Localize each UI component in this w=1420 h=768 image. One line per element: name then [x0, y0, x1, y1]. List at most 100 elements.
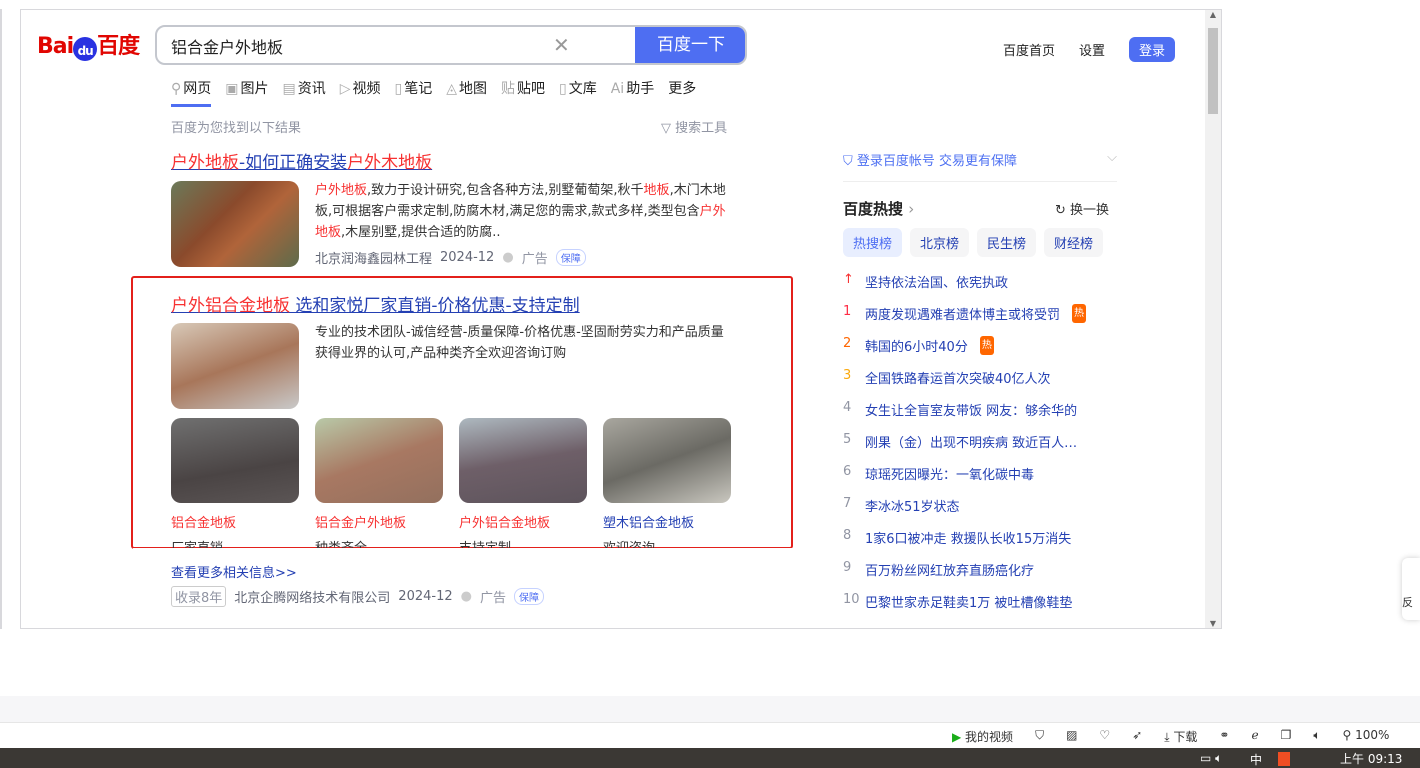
scroll-up-icon[interactable]: ▲	[1205, 10, 1221, 19]
hot-title: 琼瑶死因曝光：一氧化碳中毒	[865, 468, 1035, 483]
date: 2024-12	[440, 250, 495, 265]
news-icon: ▤	[282, 81, 296, 97]
result-1-title[interactable]: 户外地板-如何正确安装户外木地板	[171, 148, 432, 173]
hot-item[interactable]: 3 全国铁路春运首次突破40亿人次	[843, 368, 1051, 387]
source[interactable]: 北京企腾网络技术有限公司	[234, 587, 390, 606]
result-2-title[interactable]: 户外铝合金地板 选和家悦厂家直销-价格优惠-支持定制	[171, 291, 580, 316]
tab-web[interactable]: ⚲ 网页	[171, 78, 212, 107]
zoom-control[interactable]: ⚲ 100%	[1343, 728, 1390, 745]
hot-title: 全国铁路春运首次突破40亿人次	[865, 372, 1051, 387]
search-tools-label: 搜索工具	[675, 121, 728, 136]
login-guard-banner[interactable]: ⛉ 登录百度帐号 交易更有保障 ⌵	[843, 150, 1117, 182]
tab-hot[interactable]: 热搜榜	[843, 228, 903, 257]
clock[interactable]: 上午 09:13	[1340, 750, 1402, 767]
tab-beijing[interactable]: 北京榜	[910, 228, 970, 257]
sub-image-2[interactable]	[315, 418, 443, 503]
title-text: -如何正确安装	[239, 153, 348, 173]
vertical-scrollbar[interactable]: ▲ ▼	[1205, 10, 1221, 628]
hot-item[interactable]: 2 韩国的6小时40分热	[843, 336, 994, 355]
sub-image-4[interactable]	[603, 418, 731, 503]
hot-item[interactable]: 4 女生让全盲室友带饭 网友：够余华的	[843, 400, 1077, 419]
download-button[interactable]: ⤓ 下载	[1164, 728, 1197, 745]
sub-link[interactable]: 塑木铝合金地板	[603, 512, 731, 531]
shield-icon[interactable]: ⛉	[1035, 728, 1044, 745]
settings-link[interactable]: 设置	[1079, 40, 1105, 59]
result-2-image[interactable]	[171, 323, 299, 409]
ie-icon[interactable]: ℯ	[1251, 728, 1258, 745]
guard-text: 登录百度帐号 交易更有保障	[856, 154, 1018, 169]
feedback-float[interactable]: 反	[1402, 558, 1420, 620]
tab-livelihood[interactable]: 民生榜	[977, 228, 1037, 257]
guarantee-badge[interactable]: 保障	[513, 588, 544, 605]
tray-icons[interactable]: ▭ 🔈︎	[1200, 751, 1222, 766]
image-icon[interactable]: ▨	[1066, 728, 1077, 745]
health-icon[interactable]: ♡	[1099, 728, 1110, 745]
window-icon[interactable]: ❐	[1281, 728, 1292, 745]
scroll-thumb[interactable]	[1208, 28, 1218, 114]
dropdown-icon[interactable]: ●	[502, 250, 513, 265]
tab-assistant[interactable]: Ai 助手	[611, 78, 654, 107]
tab-images[interactable]: ▣ 图片	[225, 78, 268, 107]
sogou-icon[interactable]	[1278, 752, 1290, 766]
hot-item[interactable]: 5 刚果（金）出现不明疾病 致近百人…	[843, 432, 1077, 451]
tab-label: 笔记	[404, 81, 433, 97]
hot-badge: 热	[979, 336, 994, 355]
refresh-button[interactable]: ↻ 换一换	[1055, 199, 1109, 218]
dropdown-icon[interactable]: ●	[461, 589, 472, 604]
hot-item[interactable]: 6 琼瑶死因曝光：一氧化碳中毒	[843, 464, 1034, 483]
video-icon: ▶	[952, 730, 966, 744]
desc-text: ,木屋别墅,提供合适的防腐..	[341, 225, 501, 240]
hot-item[interactable]: 1 两度发现遇难者遗体博主或将受罚热	[843, 304, 1087, 323]
login-button[interactable]: 登录	[1129, 37, 1176, 62]
baidu-logo[interactable]: Bai du 百度	[37, 28, 140, 61]
hot-item[interactable]: 8 1家6口被冲走 救援队长收15万消失	[843, 528, 1071, 547]
tab-news[interactable]: ▤ 资讯	[283, 78, 326, 107]
result-1-desc: 户外地板,致力于设计研究,包含各种方法,别墅葡萄架,秋千地板,木门木地板,可根据…	[315, 180, 727, 243]
sub-link[interactable]: 户外铝合金地板	[459, 512, 587, 531]
ime-indicator[interactable]: 中	[1250, 751, 1262, 768]
tab-video[interactable]: ▷ 视频	[340, 78, 381, 107]
taskbar: ▭ 🔈︎ 中 上午 09:13	[0, 748, 1420, 768]
zoom-value: 100%	[1355, 728, 1390, 742]
hot-title: 巴黎世家赤足鞋卖1万 被吐槽像鞋垫	[865, 596, 1073, 611]
source[interactable]: 北京润海鑫园林工程	[315, 248, 432, 267]
hot-item[interactable]: 10 巴黎世家赤足鞋卖1万 被吐槽像鞋垫	[843, 592, 1072, 611]
clear-icon[interactable]: ✕	[553, 33, 570, 57]
hot-item[interactable]: 9 百万粉丝网红放弃直肠癌化疗	[843, 560, 1034, 579]
sub-link[interactable]: 铝合金地板	[171, 512, 299, 531]
sub-image-3[interactable]	[459, 418, 587, 503]
volume-icon[interactable]: 🔈︎	[1313, 728, 1320, 745]
hot-title: 女生让全盲室友带饭 网友：够余华的	[865, 404, 1078, 419]
result-count: 百度为您找到以下结果	[171, 121, 302, 136]
glasses-icon[interactable]: ⚭	[1219, 728, 1229, 745]
hot-search-title[interactable]: 百度热搜 ›	[843, 198, 914, 219]
guarantee-badge[interactable]: 保障	[555, 249, 586, 266]
result-1-image[interactable]	[171, 181, 299, 267]
rank: 6	[843, 464, 852, 479]
hot-item[interactable]: ↑ 坚持依法治国、依宪执政	[843, 272, 1008, 291]
tab-tieba[interactable]: 贴贴吧	[501, 78, 545, 107]
tab-map[interactable]: ◬ 地图	[446, 78, 487, 107]
chevron-down-icon[interactable]: ⌵	[1107, 150, 1117, 165]
tab-notes[interactable]: ▯ 笔记	[395, 78, 433, 107]
hot-title: 韩国的6小时40分	[865, 340, 968, 355]
rocket-icon[interactable]: ➶	[1132, 728, 1142, 745]
chevron-right-icon: ›	[908, 200, 915, 218]
browser-status-bar: ▶ 我的视频 ⛉ ▨ ♡ ➶ ⤓ 下载 ⚭ ℯ ❐ 🔈︎ ⚲ 100%	[0, 722, 1420, 748]
rank: 3	[843, 368, 852, 383]
home-link[interactable]: 百度首页	[1003, 40, 1055, 59]
tab-wenku[interactable]: ▯ 文库	[559, 78, 597, 107]
see-more-link[interactable]: 查看更多相关信息>>	[171, 562, 297, 581]
hot-item[interactable]: 7 李冰冰51岁状态	[843, 496, 960, 515]
sub-image-1[interactable]	[171, 418, 299, 503]
sub-link[interactable]: 铝合金户外地板	[315, 512, 443, 531]
my-video-button[interactable]: ▶ 我的视频	[952, 728, 1013, 745]
filter-icon: ▽	[661, 121, 676, 136]
download-label: 下载	[1173, 730, 1198, 744]
search-tools-button[interactable]: ▽ 搜索工具	[661, 117, 727, 136]
scroll-down-icon[interactable]: ▼	[1205, 619, 1221, 628]
tab-more[interactable]: 更多	[668, 78, 696, 107]
search-input[interactable]	[171, 36, 551, 55]
search-button[interactable]: 百度一下	[635, 27, 745, 63]
tab-finance[interactable]: 财经榜	[1044, 228, 1104, 257]
